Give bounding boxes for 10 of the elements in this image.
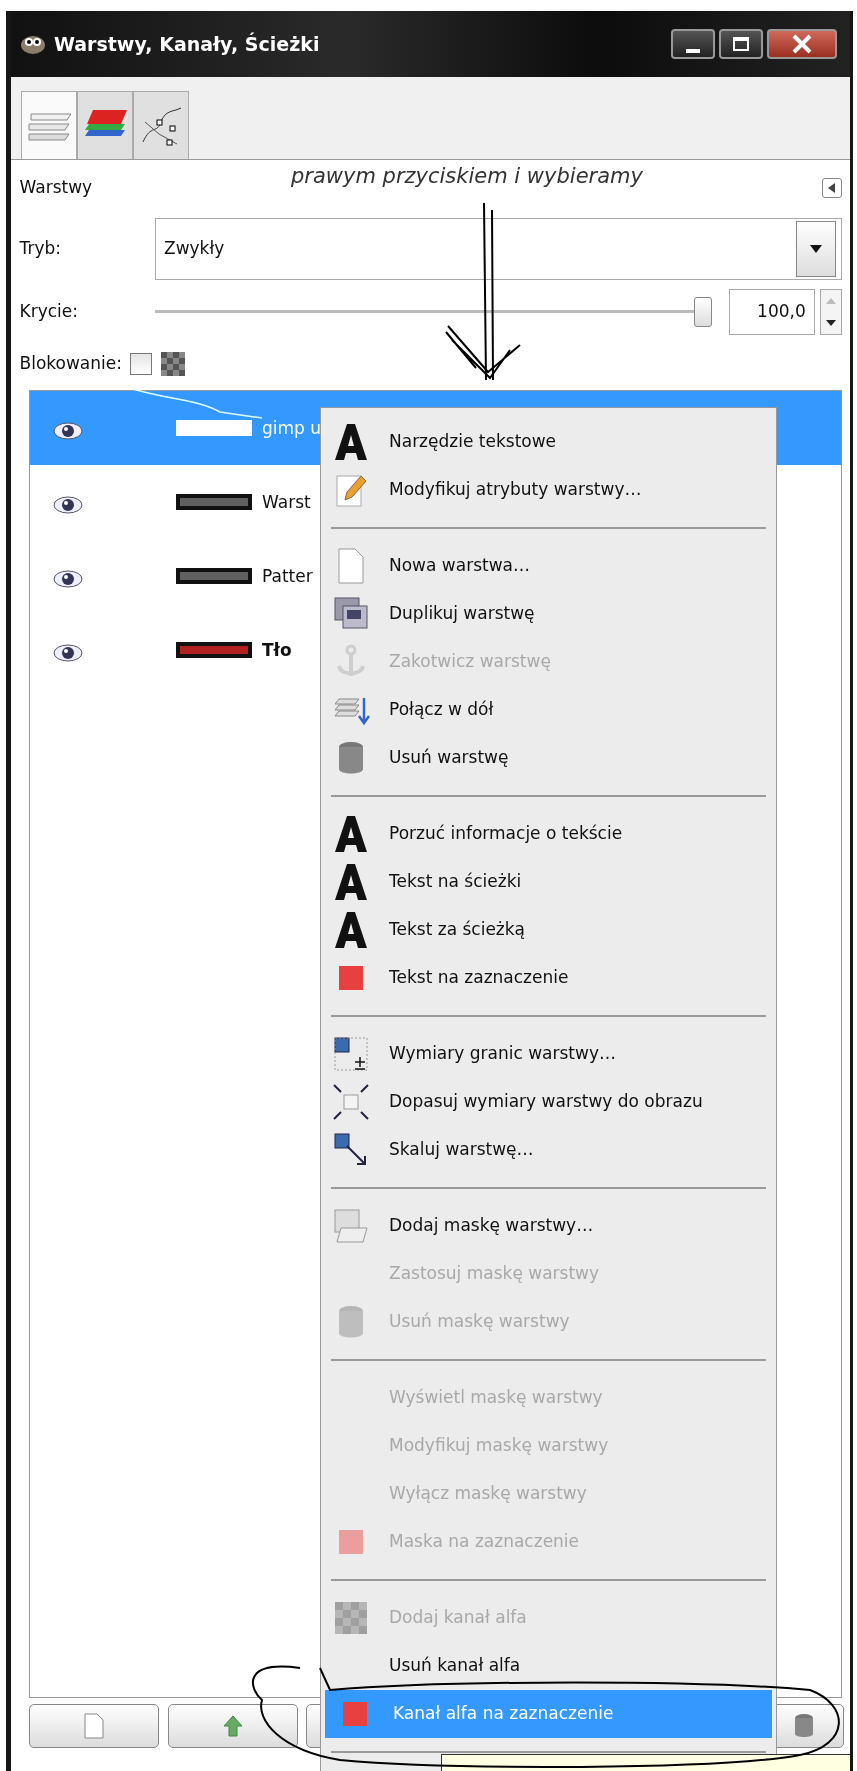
window-title: Warstwy, Kanały, Ścieżki: [54, 31, 320, 57]
layer-name: Warst: [262, 490, 311, 514]
opacity-label: Krycie:: [19, 300, 79, 324]
panel-title: Warstwy: [19, 176, 93, 200]
layer-name: Tło: [262, 638, 292, 662]
layer-name: gimp u: [262, 416, 322, 440]
annotation-text: prawym przyciskiem i wybieramy: [291, 163, 643, 190]
mode-label: Tryb:: [19, 237, 62, 261]
layer-name: Patter: [262, 564, 313, 588]
lock-label: Blokowanie:: [19, 352, 122, 376]
